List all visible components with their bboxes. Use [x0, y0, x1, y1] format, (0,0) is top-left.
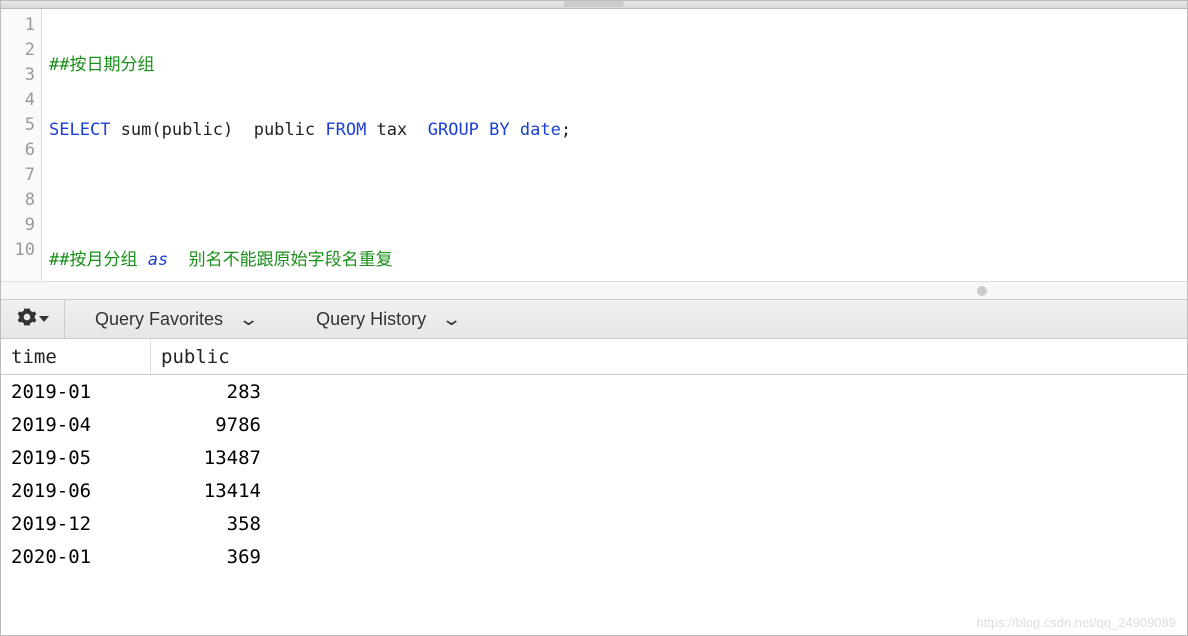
sql-comment: ##按月分组	[49, 250, 148, 270]
query-favorites-dropdown[interactable]: Query Favorites ⌄	[65, 300, 286, 338]
editor-scrollbar[interactable]	[1, 281, 1187, 299]
table-row[interactable]: 2019-0513487	[1, 441, 1187, 474]
cell-public: 13487	[151, 447, 261, 469]
code-area[interactable]: ##按日期分组 SELECT sum(public) public FROM t…	[47, 9, 1187, 281]
line-number: 3	[1, 63, 41, 88]
results-grid[interactable]: time public 2019-012832019-0497862019-05…	[1, 339, 1187, 573]
results-body: 2019-012832019-0497862019-05134872019-06…	[1, 375, 1187, 573]
gear-icon	[17, 307, 37, 332]
code-line[interactable]	[47, 183, 1187, 208]
code-line[interactable]: SELECT sum(public) public FROM tax GROUP…	[47, 118, 1187, 143]
column-header-public[interactable]: public	[151, 339, 271, 374]
cell-public: 13414	[151, 480, 261, 502]
table-row[interactable]: 2019-0613414	[1, 474, 1187, 507]
drag-handle[interactable]	[564, 1, 624, 7]
chevron-down-icon: ⌄	[238, 309, 259, 330]
col: date	[520, 120, 561, 140]
kw-groupby: GROUP BY	[428, 120, 520, 140]
line-gutter: 12345678910	[1, 9, 41, 281]
sql-editor[interactable]: 12345678910 ##按日期分组 SELECT sum(public) p…	[1, 9, 1187, 281]
watermark: https://blog.csdn.net/qq_24909089	[977, 615, 1177, 630]
line-number: 9	[1, 213, 41, 238]
cell-time: 2019-04	[1, 414, 151, 436]
table-name: tax	[377, 120, 428, 140]
cell-public: 9786	[151, 414, 261, 436]
sql-comment: ##按日期分组	[49, 55, 154, 75]
table-row[interactable]: 2020-01369	[1, 540, 1187, 573]
chevron-down-icon: ⌄	[441, 309, 462, 330]
kw-from: FROM	[325, 120, 376, 140]
query-toolbar: Query Favorites ⌄ Query History ⌄	[1, 299, 1187, 339]
line-number: 5	[1, 113, 41, 138]
results-header: time public	[1, 339, 1187, 375]
line-number: 2	[1, 38, 41, 63]
scroll-knob[interactable]	[977, 286, 987, 296]
table-row[interactable]: 2019-01283	[1, 375, 1187, 408]
table-row[interactable]: 2019-12358	[1, 507, 1187, 540]
cell-time: 2019-05	[1, 447, 151, 469]
line-number: 1	[1, 13, 41, 38]
code-line[interactable]: ##按月分组 as 别名不能跟原始字段名重复	[47, 248, 1187, 273]
settings-menu-button[interactable]	[1, 300, 65, 338]
table-row[interactable]: 2019-049786	[1, 408, 1187, 441]
query-favorites-label: Query Favorites	[95, 309, 223, 330]
window-titlebar	[1, 1, 1187, 9]
column-header-time[interactable]: time	[1, 339, 151, 374]
sql-comment: 别名不能跟原始字段名重复	[168, 250, 392, 270]
line-number: 10	[1, 238, 41, 263]
cell-public: 358	[151, 513, 261, 535]
line-number: 7	[1, 163, 41, 188]
cell-public: 369	[151, 546, 261, 568]
kw-as: as	[148, 250, 168, 270]
cell-public: 283	[151, 381, 261, 403]
kw-select: SELECT	[49, 120, 121, 140]
line-number: 8	[1, 188, 41, 213]
query-history-dropdown[interactable]: Query History ⌄	[286, 300, 489, 338]
line-number: 6	[1, 138, 41, 163]
expr: sum(public) public	[121, 120, 326, 140]
semi: ;	[561, 120, 571, 140]
cell-time: 2020-01	[1, 546, 151, 568]
cell-time: 2019-12	[1, 513, 151, 535]
dropdown-icon	[39, 316, 49, 322]
cell-time: 2019-01	[1, 381, 151, 403]
line-number: 4	[1, 88, 41, 113]
code-line[interactable]: ##按日期分组	[47, 53, 1187, 78]
query-history-label: Query History	[316, 309, 426, 330]
cell-time: 2019-06	[1, 480, 151, 502]
